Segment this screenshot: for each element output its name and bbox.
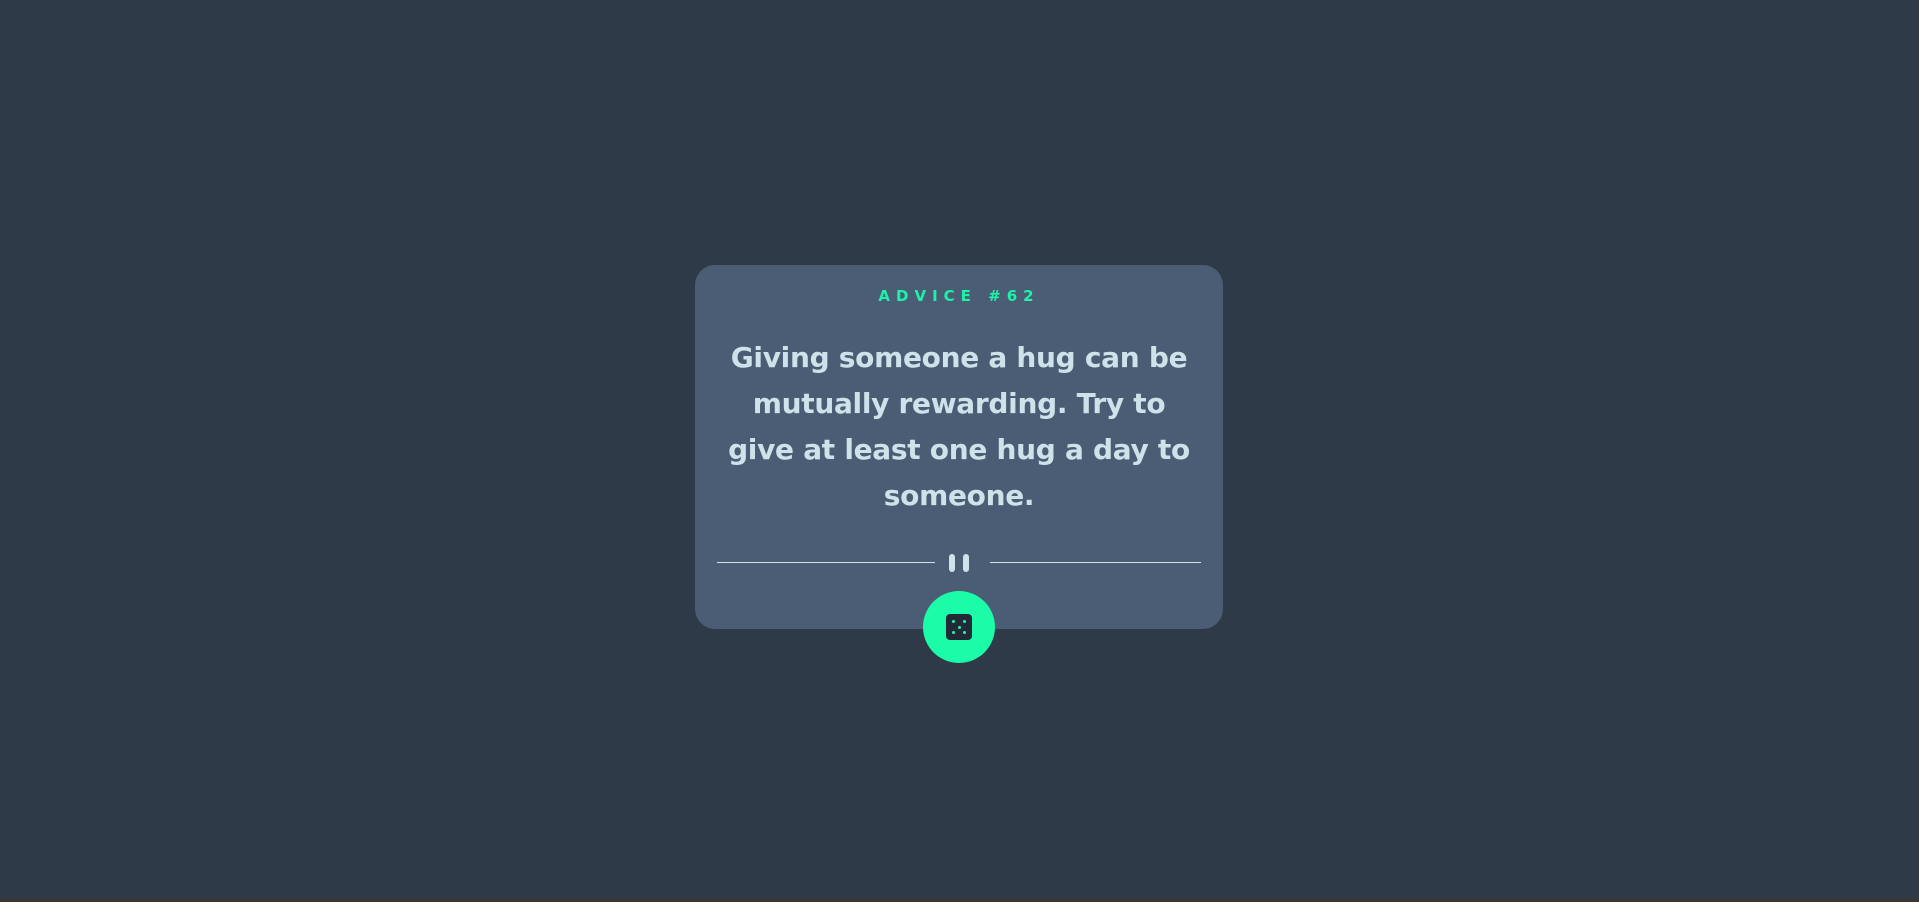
divider-line-right <box>990 562 1201 563</box>
dice-icon <box>946 614 972 640</box>
dice-pip <box>963 620 966 623</box>
dice-pip <box>952 620 955 623</box>
dice-pip <box>963 631 966 634</box>
advice-text: Giving someone a hug can be mutually rew… <box>728 341 1190 512</box>
page: ADVICE #62 Giving someone a hug can be m… <box>0 0 1919 902</box>
pattern-divider <box>717 553 1201 573</box>
bottom-edge <box>0 898 1919 902</box>
advice-number-label: ADVICE #62 <box>878 287 1040 305</box>
dice-pip <box>952 631 955 634</box>
divider-line-left <box>717 562 935 563</box>
dice-pip <box>957 625 961 629</box>
new-advice-button[interactable] <box>923 591 995 663</box>
pause-icon <box>947 554 971 572</box>
pause-bar-right <box>963 554 969 572</box>
advice-card: ADVICE #62 Giving someone a hug can be m… <box>695 265 1223 629</box>
pause-bar-left <box>949 554 955 572</box>
